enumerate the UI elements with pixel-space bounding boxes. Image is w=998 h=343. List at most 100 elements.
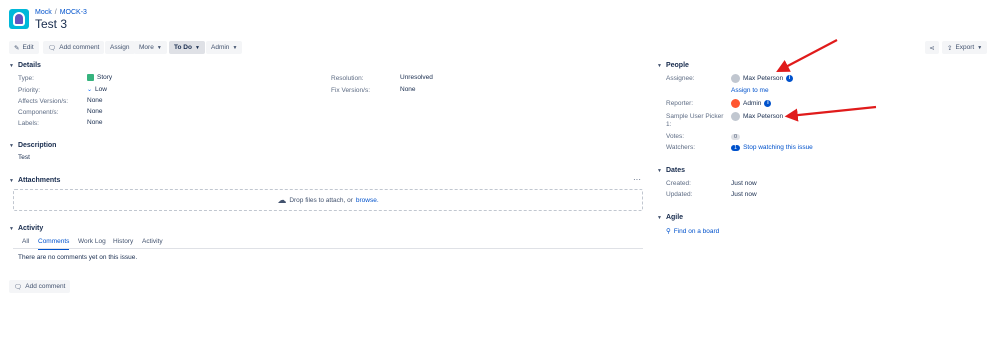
watchers-label: Watchers: [666, 144, 696, 151]
user-avatar-icon [731, 99, 740, 108]
reporter-label: Reporter: [666, 100, 694, 107]
activity-heading: Activity [17, 225, 44, 232]
dates-heading: Dates [665, 167, 686, 174]
picker-label-line-2: 1: [666, 121, 672, 128]
status-label: To Do [174, 44, 192, 51]
tab-work-log[interactable]: Work Log [78, 238, 106, 245]
info-icon[interactable]: i [786, 75, 794, 82]
fix-version-label: Fix Version/s: [331, 87, 371, 94]
affects-value[interactable]: None [87, 97, 103, 104]
chevron-down-icon: ▼ [657, 167, 662, 174]
project-avatar-icon[interactable] [9, 9, 29, 29]
tabs-divider [13, 248, 643, 249]
activity-section-toggle[interactable]: ▼ Activity [9, 225, 43, 232]
chevron-down-icon: ▼ [9, 177, 14, 184]
components-value[interactable]: None [87, 108, 103, 115]
dates-section-toggle[interactable]: ▼ Dates [657, 167, 685, 174]
caret-down-icon: ▼ [156, 44, 162, 51]
breadcrumb: Mock / MOCK-3 [35, 9, 87, 16]
drop-text: Drop files to attach, or [289, 196, 353, 204]
chevron-down-icon: ▼ [657, 62, 662, 69]
edit-button[interactable]: ✎ Edit [9, 41, 39, 54]
caret-down-icon: ▼ [194, 44, 200, 51]
add-comment-bottom-button[interactable]: 🗨 Add comment [9, 280, 71, 293]
caret-down-icon: ▼ [232, 44, 238, 51]
assign-button[interactable]: Assign [105, 41, 135, 54]
breadcrumb-issue-key[interactable]: MOCK-3 [60, 9, 87, 16]
info-icon[interactable]: i [764, 100, 772, 107]
details-heading: Details [17, 62, 41, 69]
priority-value: ⌄ Low [87, 86, 107, 93]
assign-to-me-link[interactable]: Assign to me [731, 87, 769, 94]
created-label: Created: [666, 180, 691, 187]
priority-text: Low [95, 86, 107, 93]
no-comments-text: There are no comments yet on this issue. [18, 254, 138, 261]
created-value: Just now [731, 180, 757, 187]
sample-user-picker-label: Sample User Picker 1: [666, 113, 723, 129]
type-label: Type: [18, 75, 34, 82]
comment-icon: 🗨 [14, 283, 23, 291]
assign-label: Assign [110, 44, 130, 51]
updated-label: Updated: [666, 191, 693, 198]
stop-watching-link[interactable]: Stop watching this issue [743, 144, 813, 151]
updated-value: Just now [731, 191, 757, 198]
sample-user-picker-value[interactable]: Max Peterson [731, 112, 783, 121]
tab-activity[interactable]: Activity [142, 238, 163, 245]
tab-history[interactable]: History [113, 238, 133, 245]
votes-count: 0 [731, 134, 741, 140]
find-on-board-text: Find on a board [673, 227, 720, 235]
people-heading: People [665, 62, 689, 69]
description-text[interactable]: Test [18, 154, 30, 161]
browse-link[interactable]: browse. [356, 197, 379, 204]
export-button[interactable]: ⇪ Export ▼ [942, 41, 988, 54]
chevron-down-icon: ▼ [9, 225, 14, 232]
edit-icon: ✎ [14, 44, 20, 52]
agile-section-toggle[interactable]: ▼ Agile [657, 214, 683, 221]
details-section-toggle[interactable]: ▼ Details [9, 62, 41, 69]
add-comment-bottom-label: Add comment [25, 283, 66, 290]
edit-label: Edit [22, 44, 34, 51]
attachments-section-toggle[interactable]: ▼ Attachments [9, 177, 60, 184]
issue-title[interactable]: Test 3 [35, 17, 67, 31]
share-icon: ⋖ [929, 44, 935, 52]
resolution-value: Unresolved [400, 74, 433, 81]
attachments-heading: Attachments [17, 177, 61, 184]
story-icon [87, 74, 94, 81]
description-section-toggle[interactable]: ▼ Description [9, 142, 56, 149]
people-section-toggle[interactable]: ▼ People [657, 62, 689, 69]
arrow-to-assignee [776, 39, 838, 73]
assignee-label: Assignee: [666, 75, 695, 82]
admin-button[interactable]: Admin ▼ [206, 41, 243, 54]
attachment-dropzone[interactable]: ☁ Drop files to attach, or browse. [13, 189, 643, 211]
picker-user-name: Max Peterson [743, 113, 784, 120]
reporter-name: Admin [743, 100, 762, 107]
admin-label: Admin [211, 44, 230, 51]
agile-heading: Agile [665, 214, 684, 221]
watchers-value: 1 Stop watching this issue [731, 144, 813, 151]
fix-version-value[interactable]: None [400, 86, 416, 93]
arrow-to-picker [784, 105, 877, 122]
watchers-count[interactable]: 1 [731, 144, 741, 151]
chevron-down-icon: ▼ [657, 214, 662, 221]
user-avatar-icon [731, 74, 740, 83]
status-button[interactable]: To Do ▼ [169, 41, 205, 54]
assignee-value[interactable]: Max Peterson i [731, 74, 794, 83]
tab-all[interactable]: All [22, 238, 29, 245]
attachments-more-button[interactable]: ··· [633, 175, 641, 184]
add-comment-button[interactable]: 🗨 Add comment [43, 41, 105, 54]
share-button[interactable]: ⋖ [925, 41, 939, 54]
export-icon: ⇪ [947, 44, 953, 52]
comment-icon: 🗨 [48, 44, 57, 52]
more-label: More [139, 44, 154, 51]
breadcrumb-project[interactable]: Mock [35, 9, 52, 16]
labels-label: Labels: [18, 120, 39, 127]
more-button[interactable]: More ▼ [134, 41, 167, 54]
resolution-label: Resolution: [331, 75, 364, 82]
find-on-board-link[interactable]: ⚲ Find on a board [666, 227, 720, 236]
votes-badge[interactable]: 0 [731, 133, 741, 140]
caret-down-icon: ▼ [977, 44, 983, 51]
labels-value[interactable]: None [87, 119, 103, 126]
user-avatar-icon [731, 112, 740, 121]
reporter-value[interactable]: Admin i [731, 99, 772, 108]
upload-cloud-icon: ☁ [277, 194, 287, 205]
